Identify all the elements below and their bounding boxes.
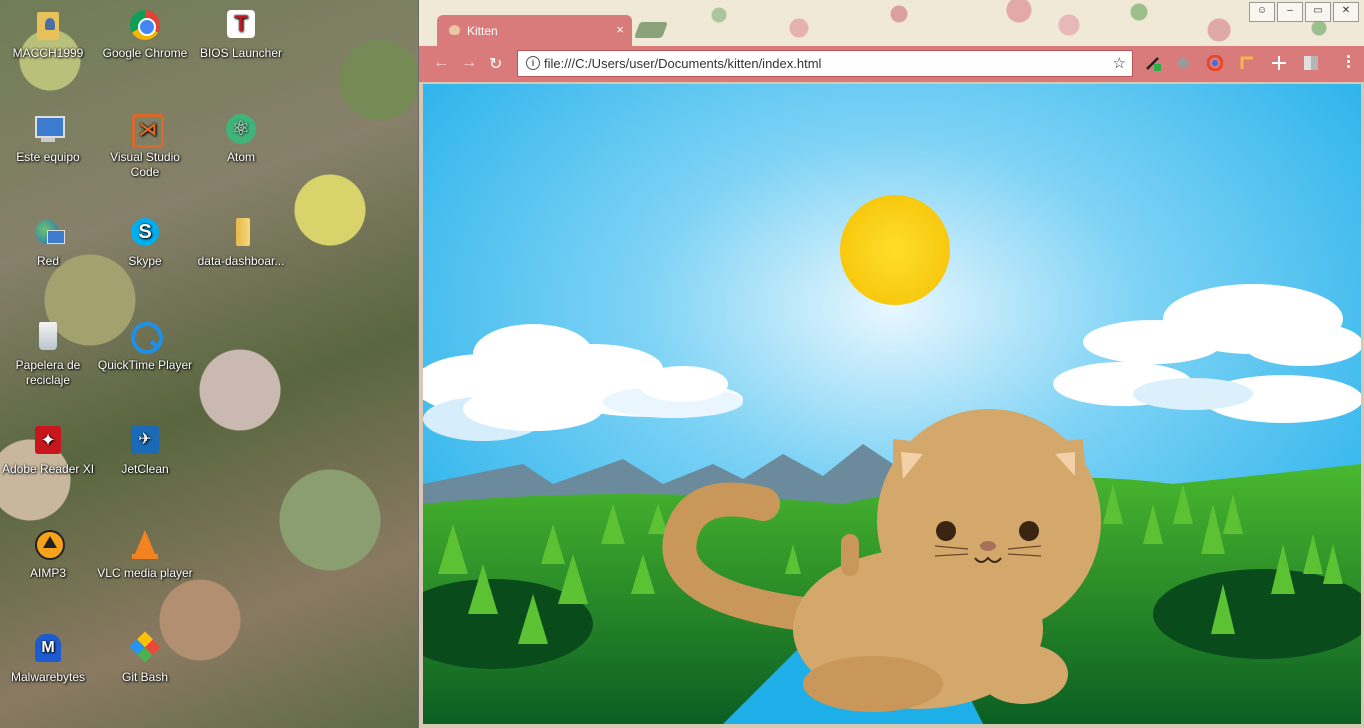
desktop-icon-vscode[interactable]: ⋊ Visual Studio Code [97, 112, 193, 180]
aimp-icon [31, 528, 65, 562]
chrome-menu-button[interactable] [1347, 55, 1351, 70]
tab-close-button[interactable]: × [616, 22, 624, 37]
maximize-button[interactable]: ▭ [1305, 2, 1331, 22]
quicktime-icon [128, 320, 163, 354]
kitten-scene [423, 84, 1361, 724]
kitten-eye-right [1019, 521, 1039, 541]
desktop-icon-bios-launcher[interactable]: T BIOS Launcher [193, 8, 289, 61]
page-viewport [423, 84, 1361, 724]
kitten-stripe [841, 534, 859, 576]
desktop-icon-git-bash[interactable]: Git Bash [97, 631, 193, 685]
minimize-button[interactable]: – [1277, 2, 1303, 22]
kitten-back-leg [803, 656, 943, 712]
network-icon [31, 216, 65, 250]
chrome-icon [128, 8, 162, 42]
color-wheel-extension-icon[interactable] [1206, 54, 1224, 72]
desktop-icon-vlc[interactable]: VLC media player [97, 528, 193, 581]
profile-icon[interactable]: ☺ [1249, 2, 1275, 22]
git-bash-icon [128, 631, 162, 666]
browser-window: Kitten × ☺ – ▭ ✕ ← → ↻ i file:///C:/User… [418, 0, 1364, 728]
sun [840, 195, 950, 305]
address-bar[interactable]: i file:///C:/Users/user/Documents/kitten… [517, 50, 1133, 77]
reload-button[interactable]: ↻ [489, 54, 502, 74]
vlc-icon [128, 528, 162, 562]
kitten-nose [980, 541, 996, 551]
tab-title: Kitten [467, 24, 498, 38]
desktop-icon-quicktime[interactable]: QuickTime Player [97, 320, 193, 373]
jetclean-icon: ✈ [128, 424, 162, 458]
desktop-icon-chrome[interactable]: Google Chrome [97, 8, 193, 61]
kitten-favicon-icon [449, 25, 460, 35]
desktop-icon-este-equipo[interactable]: Este equipo [0, 112, 96, 165]
eyedropper-extension-icon[interactable] [1145, 55, 1161, 71]
layers-extension-icon[interactable] [1175, 55, 1191, 71]
malwarebytes-icon: M [31, 632, 65, 666]
bookmark-star-icon[interactable]: ☆ [1113, 54, 1126, 72]
atom-icon: ⚛ [224, 112, 258, 146]
url-text: file:///C:/Users/user/Documents/kitten/i… [544, 56, 822, 71]
user-folder-icon [31, 8, 65, 42]
adobe-reader-icon: ✦ [31, 424, 65, 458]
new-tab-button[interactable] [634, 22, 668, 38]
recycle-bin-icon [31, 320, 65, 354]
ruler-extension-icon[interactable] [1239, 55, 1255, 71]
desktop-icon-papelera[interactable]: Papelera de reciclaje [0, 320, 96, 388]
info-icon[interactable]: i [526, 56, 540, 70]
computer-icon [31, 112, 65, 146]
desktop-icon-adobe-reader[interactable]: ✦ Adobe Reader XI [0, 424, 96, 477]
browser-toolbar: ← → ↻ i file:///C:/Users/user/Documents/… [419, 46, 1364, 82]
bios-launcher-icon: T [224, 8, 258, 42]
desktop-icon-red[interactable]: Red [0, 216, 96, 269]
grayscale-extension-icon[interactable] [1303, 55, 1319, 71]
desktop-icon-malwarebytes[interactable]: M Malwarebytes [0, 632, 96, 685]
tab-kitten[interactable]: Kitten × [437, 15, 632, 46]
kitten-eye-left [936, 521, 956, 541]
move-extension-icon[interactable] [1271, 55, 1287, 71]
vscode-icon: ⋊ [128, 112, 164, 148]
title-bar: Kitten × ☺ – ▭ ✕ [419, 0, 1364, 46]
desktop-icon-atom[interactable]: ⚛ Atom [193, 112, 289, 165]
back-button[interactable]: ← [433, 54, 449, 72]
forward-button[interactable]: → [461, 54, 477, 72]
desktop-icon-skype[interactable]: S Skype [97, 216, 193, 269]
desktop-icon-jetclean[interactable]: ✈ JetClean [97, 424, 193, 477]
desktop-icon-data-dashboard[interactable]: data-dashboar... [193, 216, 289, 269]
folder-icon [224, 216, 258, 250]
desktop-icon-macch1999[interactable]: MACCH1999 [0, 8, 96, 61]
skype-icon: S [128, 216, 162, 250]
close-window-button[interactable]: ✕ [1333, 2, 1359, 22]
desktop-icon-aimp3[interactable]: AIMP3 [0, 528, 96, 581]
window-controls: ☺ – ▭ ✕ [1249, 2, 1359, 22]
kitten-front-leg [978, 644, 1068, 704]
